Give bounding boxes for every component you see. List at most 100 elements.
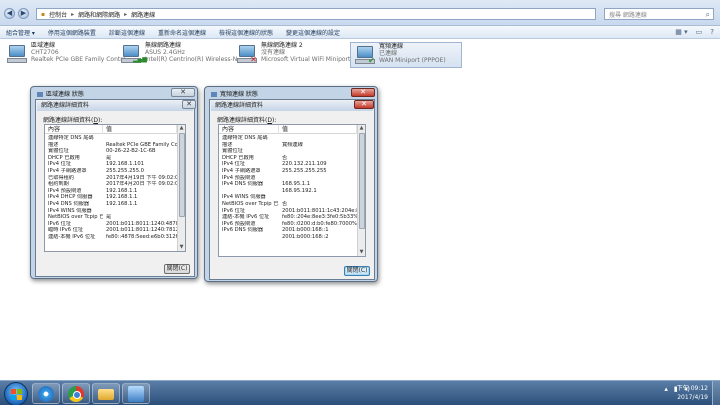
table-row[interactable]: 2001:b000:168::2 xyxy=(219,234,357,241)
close-icon[interactable]: ✕ xyxy=(351,88,375,97)
col-value[interactable]: 值 xyxy=(279,125,357,134)
scroll-up-icon[interactable]: ▲ xyxy=(358,125,365,132)
scroll-thumb[interactable] xyxy=(359,133,365,229)
scroll-up-icon[interactable]: ▲ xyxy=(178,125,185,132)
table-row[interactable]: 租約到期 2017年4月20日 下午 09:02:07 xyxy=(45,181,177,188)
table-row[interactable]: IPv4 預設閘道 192.168.1.1 xyxy=(45,188,177,195)
start-button[interactable] xyxy=(4,382,28,405)
table-row[interactable]: 實體位址 xyxy=(219,148,357,155)
row-property: IPv4 DNS 伺服器 xyxy=(48,200,90,207)
taskbar-ie[interactable] xyxy=(32,383,60,404)
organize-button[interactable]: 組合管理 ▾ xyxy=(6,28,35,37)
search-icon[interactable]: ⌕ xyxy=(706,10,710,20)
table-row[interactable]: IPv6 DNS 伺服器 2001:b000:168::1 xyxy=(219,227,357,234)
view-options-icon[interactable]: ▦ ▾ xyxy=(675,28,687,36)
row-value: 2001:b011:8011:1c43:204e:8ee3:3fe0:3... xyxy=(282,207,357,214)
col-value[interactable]: 值 xyxy=(103,125,177,134)
crumb-control-panel[interactable]: 控制台 xyxy=(49,10,67,19)
diagnose-button[interactable]: 診斷這個連線 xyxy=(109,28,145,37)
show-desktop-button[interactable] xyxy=(712,381,720,405)
back-icon[interactable]: ◀ xyxy=(4,8,15,19)
taskbar-chrome[interactable] xyxy=(62,383,90,404)
row-property: IPv6 預設閘道 xyxy=(222,220,256,227)
table-row[interactable]: IPv4 DNS 伺服器 192.168.1.1 xyxy=(45,201,177,208)
chevron-right-icon[interactable]: ▸ xyxy=(71,11,74,18)
table-row[interactable]: IPv6 位址 2001:b011:8011:1c43:204e:8ee3:3fe… xyxy=(219,208,357,215)
table-row[interactable]: 描述 寬頻連線 xyxy=(219,142,357,149)
address-bar[interactable]: ▪ 控制台 ▸ 網路和網際網路 ▸ 網路連線 xyxy=(36,8,596,20)
network-icon xyxy=(211,92,217,97)
table-row[interactable]: 描述 Realtek PCIe GBE Family Controller xyxy=(45,142,177,149)
table-row[interactable]: 連結-本機 IPv6 位址 fe80::204e:8ee3:3fe0:5b33%3… xyxy=(219,214,357,221)
close-button[interactable]: 關閉(C) xyxy=(344,266,370,276)
close-icon[interactable]: ✕ xyxy=(354,100,374,109)
crumb-network-connections[interactable]: 網路連線 xyxy=(131,10,155,19)
table-row[interactable]: IPv4 WINS 伺服器 xyxy=(45,208,177,215)
row-property: 連線特定 DNS 尾碼 xyxy=(222,135,268,141)
crumb-network-internet[interactable]: 網路和網際網路 xyxy=(78,10,120,19)
scroll-down-icon[interactable]: ▼ xyxy=(178,244,185,251)
table-row[interactable]: IPv6 預設閘道 fe80::0200:d:b0:fe80:7000%32 xyxy=(219,221,357,228)
table-row[interactable]: IPv4 位址 192.168.1.101 xyxy=(45,161,177,168)
table-row[interactable]: IPv4 WINS 伺服器 xyxy=(219,194,357,201)
table-row[interactable]: IPv4 DNS 伺服器 168.95.1.1 xyxy=(219,181,357,188)
row-value: 2017年4月20日 下午 09:02:07 xyxy=(106,181,177,188)
change-settings-button[interactable]: 變更這個連線的設定 xyxy=(286,28,340,37)
row-value xyxy=(103,135,177,142)
disable-device-button[interactable]: 停用這個網路裝置 xyxy=(48,28,96,37)
table-row[interactable]: 168.95.192.1 xyxy=(219,188,357,195)
view-status-button[interactable]: 檢視這個連線的狀態 xyxy=(219,28,273,37)
forward-icon[interactable]: ▶ xyxy=(18,8,29,19)
details-caption: 網路連線詳細資料(D): xyxy=(217,117,277,124)
broadband-adapter-icon: ✔ xyxy=(354,45,376,67)
details-listbox[interactable]: 內容 值 連線特定 DNS 尾碼 描述 寬頻連線 實體位址 DHCP 已啟用否 IPv4 … xyxy=(218,124,366,257)
table-row[interactable]: DHCP 已啟用 否 xyxy=(219,155,357,162)
vertical-scrollbar[interactable]: ▲ ▼ xyxy=(177,125,185,251)
table-row[interactable]: NetBIOS over Tcpip 已... 否 xyxy=(219,201,357,208)
row-value: fe80::0200:d:b0:fe80:7000%32 xyxy=(282,220,357,227)
table-row[interactable]: NetBIOS over Tcpip 已...是 xyxy=(45,214,177,221)
table-row[interactable]: IPv4 子網路遮罩 255.255.255.255 xyxy=(219,168,357,175)
table-row[interactable]: 實體位址 00-26-22-B2-1C-6B xyxy=(45,148,177,155)
table-row[interactable]: 連線特定 DNS 尾碼 xyxy=(219,135,357,142)
table-row[interactable]: IPv4 DHCP 伺服器 192.168.1.1 xyxy=(45,194,177,201)
taskbar-network[interactable] xyxy=(122,383,150,404)
adapter-wireless[interactable]: ▂▄▆ 無線網路連線 ASUS 2.4GHz Intel(R) Centrino… xyxy=(120,42,243,68)
scroll-down-icon[interactable]: ▼ xyxy=(358,249,365,256)
close-icon[interactable]: ✕ xyxy=(171,88,195,97)
column-header: 內容 值 xyxy=(45,125,177,134)
adapter-wireless-2[interactable]: ✕ 無線網路連線 2 沒有連線 Microsoft Virtual WiFi M… xyxy=(236,42,358,68)
adapter-broadband[interactable]: ✔ 寬頻連線 已連線 WAN Miniport (PPPOE) xyxy=(350,42,462,68)
table-row[interactable]: 連結-本機 IPv6 位址 fe80::4878:5eed:e6b0:312f%1… xyxy=(45,234,177,241)
close-button[interactable]: 關閉(C) xyxy=(164,264,190,274)
row-value xyxy=(279,148,357,155)
vertical-scrollbar[interactable]: ▲ ▼ xyxy=(357,125,365,256)
table-row[interactable]: IPv4 位址 220.132.211.109 xyxy=(219,161,357,168)
scroll-thumb[interactable] xyxy=(179,133,185,217)
table-row[interactable]: 臨時 IPv6 位址 2001:b011:8011:1240:7812:9074:… xyxy=(45,227,177,234)
table-row[interactable]: IPv4 預設閘道 xyxy=(219,175,357,182)
table-row[interactable]: 連線特定 DNS 尾碼 xyxy=(45,135,177,142)
row-property: NetBIOS over Tcpip 已... xyxy=(48,214,103,221)
search-input[interactable]: 搜尋 網路連線 ⌕ xyxy=(604,8,714,20)
table-row[interactable]: 已取得租約 2017年4月19日 下午 09:02:07 xyxy=(45,175,177,182)
broadband-status-dialog: 寬頻連線 狀態 ✕ 網路連線詳細資料 ✕ 網路連線詳細資料(D): 內容 值 連… xyxy=(204,86,378,282)
col-property[interactable]: 內容 xyxy=(219,125,279,134)
preview-pane-icon[interactable]: ▭ xyxy=(696,28,703,36)
help-icon[interactable]: ? xyxy=(710,28,714,36)
table-row[interactable]: IPv6 位址 2001:b011:8011:1240:4878:5eed:e6b… xyxy=(45,221,177,228)
col-property[interactable]: 內容 xyxy=(45,125,103,134)
close-icon[interactable]: ✕ xyxy=(182,100,196,109)
adapter-local-area[interactable]: 區域連線 CHT2706 Realtek PCIe GBE Family Con… xyxy=(6,42,132,68)
row-property: IPv4 預設閘道 xyxy=(48,187,82,194)
details-listbox[interactable]: 內容 值 連線特定 DNS 尾碼 描述 Realtek PCIe GBE Famil… xyxy=(44,124,186,252)
column-header: 內容 值 xyxy=(219,125,357,134)
row-property: 實體位址 xyxy=(222,148,243,155)
rename-button[interactable]: 重新命名這個連線 xyxy=(158,28,206,37)
chevron-right-icon[interactable]: ▸ xyxy=(124,11,127,18)
table-row[interactable]: DHCP 已啟用 是 xyxy=(45,155,177,162)
clock[interactable]: 下午 09:12 2017/4/19 xyxy=(677,384,708,402)
taskbar-explorer[interactable] xyxy=(92,383,120,404)
table-row[interactable]: IPv4 子網路遮罩 255.255.255.0 xyxy=(45,168,177,175)
tray-expand-icon[interactable]: ▴ xyxy=(664,385,668,393)
